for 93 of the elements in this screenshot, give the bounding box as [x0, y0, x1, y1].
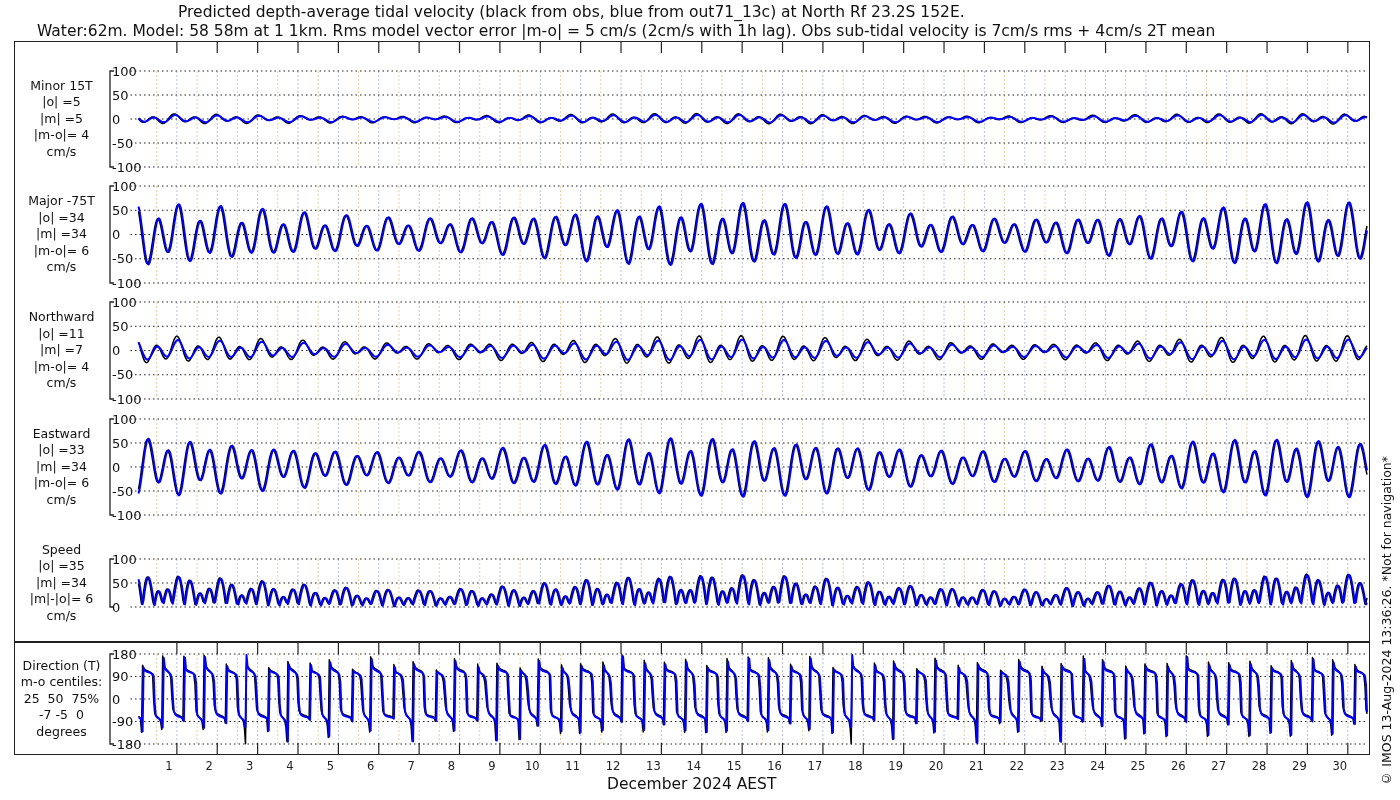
panel-label: |o| =34 — [38, 209, 85, 227]
y-tick-label: 100 — [112, 63, 137, 79]
y-axis — [109, 558, 115, 608]
y-tick-label: 0 — [112, 691, 121, 707]
y-tick-label: 50 — [112, 318, 129, 334]
y-tick-label: 50 — [112, 575, 129, 591]
x-tick-label: 4 — [285, 759, 294, 773]
x-tick-label: 25 — [1130, 759, 1145, 773]
x-tick-label: 12 — [605, 759, 620, 773]
x-tick-label: 15 — [726, 759, 741, 773]
panel-label: cm/s — [46, 143, 77, 161]
x-tick-label: 30 — [1332, 759, 1347, 773]
y-tick-label: -50 — [112, 483, 134, 499]
panel-label: Northward — [28, 309, 95, 326]
panel-label: cm/s — [46, 607, 77, 625]
y-tick-label: 100 — [112, 551, 137, 567]
y-tick-label: -100 — [112, 159, 142, 175]
x-tick-label: 23 — [1049, 759, 1064, 773]
panel-label: |m| =5 — [40, 110, 83, 128]
panel-label: |o| =11 — [38, 325, 85, 343]
panel-label: |m-o|= 4 — [33, 127, 90, 144]
x-tick-label: 8 — [447, 759, 455, 773]
panel-label: |o| =5 — [42, 94, 81, 111]
y-tick-label: 50 — [112, 435, 129, 451]
panel-label: |m-o|= 6 — [33, 242, 90, 260]
y-tick-label: 0 — [112, 343, 121, 358]
panel-label: Eastward — [32, 425, 91, 443]
x-tick-label: 27 — [1210, 759, 1226, 773]
x-axis-label: December 2024 AEST — [606, 775, 778, 793]
x-tick-label: 6 — [366, 759, 374, 773]
x-tick-label: 5 — [326, 759, 334, 773]
y-tick-label: 180 — [112, 646, 137, 662]
x-tick-label: 26 — [1170, 759, 1186, 773]
y-tick-label: -100 — [112, 391, 142, 407]
y-tick-label: 0 — [112, 599, 121, 615]
x-tick-label: 1 — [164, 759, 173, 773]
y-tick-label: 0 — [112, 227, 121, 242]
y-tick-label: -50 — [112, 135, 134, 151]
credit-text: © IMOS 13-Aug-2024 13:36:26. *Not for navigation* — [1378, 456, 1394, 786]
panel-label: cm/s — [46, 491, 77, 509]
y-tick-label: 50 — [112, 202, 129, 218]
x-tick-label: 13 — [645, 759, 661, 773]
panel-label: |m-o|= 4 — [33, 358, 90, 376]
panel-label: degrees — [36, 723, 87, 741]
panel-label: -7 -5 0 — [39, 707, 84, 724]
x-tick-label: 24 — [1089, 759, 1105, 773]
x-tick-label: 7 — [407, 759, 415, 773]
y-tick-label: 0 — [112, 459, 121, 475]
panel-label: 25 50 75% — [23, 690, 100, 708]
panel-label: Direction (T) — [22, 657, 101, 675]
x-tick-label: 3 — [245, 759, 253, 773]
x-tick-label: 9 — [487, 759, 496, 773]
panel-label: |m-o|= 6 — [33, 475, 90, 492]
panel-label: |m| =34 — [36, 458, 87, 476]
panel-label: cm/s — [46, 375, 77, 392]
panel-label: |o| =35 — [38, 558, 85, 575]
x-tick-label: 17 — [807, 759, 822, 773]
x-tick-label: 18 — [847, 759, 863, 773]
y-tick-label: -50 — [112, 251, 134, 267]
y-tick-label: 90 — [112, 669, 129, 684]
x-tick-label: 16 — [766, 759, 782, 773]
y-tick-label: -180 — [112, 736, 142, 752]
panel-label: |m| =7 — [40, 342, 83, 359]
x-tick-label: 29 — [1291, 759, 1307, 773]
panel-label: |m|-|o|= 6 — [29, 591, 94, 608]
y-tick-label: 0 — [112, 111, 121, 127]
x-tick-label: 14 — [685, 759, 701, 773]
y-tick-label: 100 — [112, 178, 137, 194]
x-tick-label: 10 — [524, 759, 540, 773]
panel-label: Major -75T — [28, 193, 95, 210]
chart-title: Predicted depth-average tidal velocity (black from obs, blue from out71_13c) at North Rf 23.2S 152E. — [177, 3, 966, 22]
y-tick-label: -100 — [112, 275, 142, 291]
panel-label: |m| =34 — [36, 574, 87, 592]
panel-label: Minor 15T — [30, 77, 93, 95]
panel-label: |o| =33 — [38, 442, 85, 459]
x-tick-label: 21 — [968, 759, 984, 773]
panel-label: |m| =34 — [36, 226, 87, 243]
y-tick-label: -50 — [112, 367, 134, 383]
x-tick-label: 20 — [928, 759, 943, 773]
x-tick-label: 2 — [205, 759, 213, 773]
panel-label: cm/s — [46, 259, 77, 276]
panel-label: Speed — [41, 541, 82, 559]
panel-label: m-o centiles: — [20, 674, 103, 691]
y-tick-label: -90 — [112, 714, 134, 729]
x-tick-label: 28 — [1251, 759, 1266, 773]
y-tick-label: 100 — [112, 294, 137, 310]
x-tick-label: 11 — [564, 759, 580, 773]
y-tick-label: -100 — [112, 507, 142, 523]
y-tick-label: 100 — [112, 411, 137, 427]
x-tick-label: 19 — [887, 759, 903, 773]
y-tick-label: 50 — [112, 87, 129, 103]
x-tick-label: 22 — [1008, 759, 1024, 773]
chart-title: Water:62m. Model: 58 58m at 1 1km. Rms model vector error |m-o| = 5 cm/s (2cm/s with 1h lag). Obs sub-tidal velocity is 7cm/s rms + 4cm/s 2T mean — [36, 22, 1217, 41]
